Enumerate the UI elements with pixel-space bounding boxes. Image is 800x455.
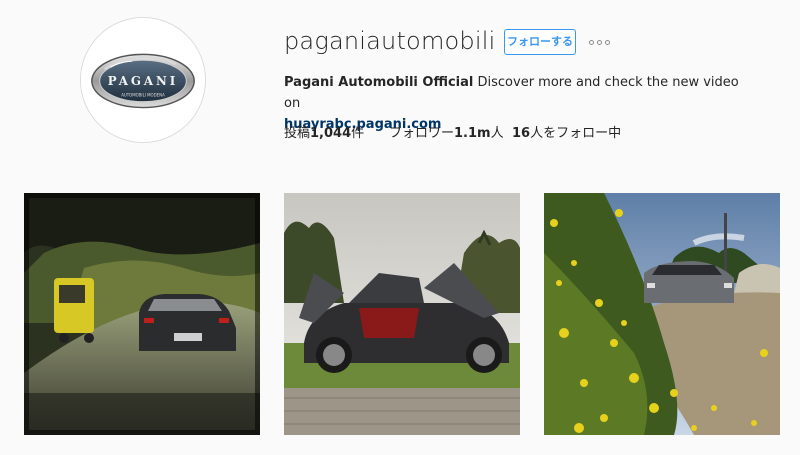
logo-subtext: AUTOMOBILI MODENA bbox=[121, 93, 165, 98]
followers-count: 1.1m bbox=[454, 126, 491, 141]
posts-count-stat: 投稿1,044件 bbox=[284, 122, 364, 141]
post-thumbnail-3[interactable] bbox=[544, 193, 780, 435]
pagani-logo-icon: PAGANI AUTOMOBILI MODENA bbox=[81, 18, 205, 142]
profile-username: paganiautomobili bbox=[284, 27, 496, 55]
more-dot-icon bbox=[604, 39, 610, 45]
posts-count: 1,044 bbox=[310, 126, 352, 141]
post-thumbnail-2[interactable] bbox=[284, 193, 520, 435]
followers-label: フォロワー bbox=[389, 126, 455, 141]
post-thumbnail-1[interactable] bbox=[24, 193, 260, 435]
profile-avatar[interactable]: PAGANI AUTOMOBILI MODENA bbox=[80, 17, 206, 143]
logo-text: PAGANI bbox=[108, 74, 178, 88]
post-image-car-doors-open bbox=[284, 193, 520, 435]
post-image-car-and-tuk-tuk bbox=[24, 193, 260, 435]
follow-button[interactable]: フォローする bbox=[504, 29, 576, 55]
following-label: 人をフォロー中 bbox=[530, 126, 622, 141]
more-dot-icon bbox=[596, 39, 602, 45]
posts-suffix: 件 bbox=[351, 126, 365, 141]
profile-full-name: Pagani Automobili Official bbox=[284, 75, 474, 90]
post-image-car-with-flowers bbox=[544, 193, 780, 435]
posts-label: 投稿 bbox=[284, 126, 311, 141]
following-count: 16 bbox=[512, 126, 531, 141]
more-options-icon[interactable] bbox=[586, 32, 612, 52]
more-dot-icon bbox=[588, 39, 594, 45]
followers-stat[interactable]: フォロワー1.1m人 bbox=[389, 122, 504, 141]
followers-suffix: 人 bbox=[490, 126, 504, 141]
following-stat[interactable]: 16人をフォロー中 bbox=[512, 122, 621, 141]
